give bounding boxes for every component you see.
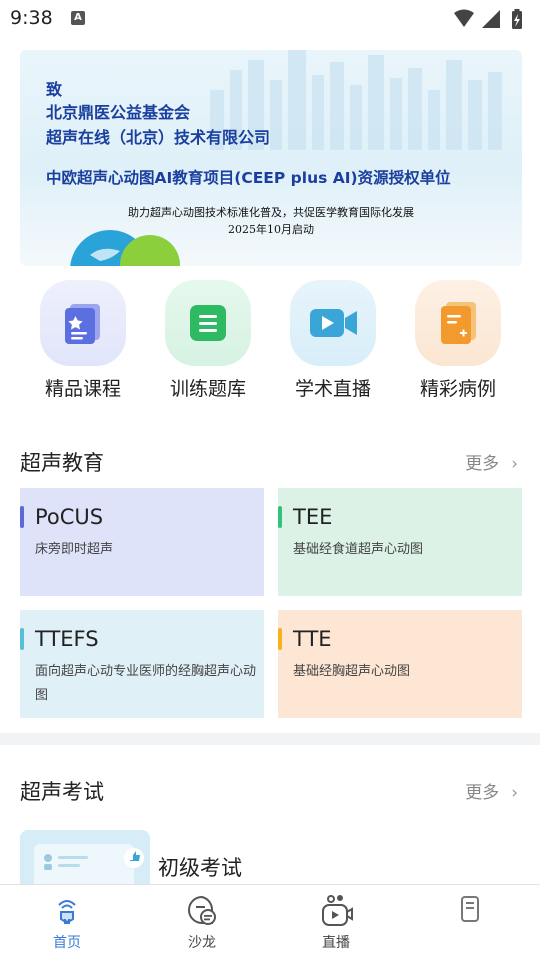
exam-section-title: 超声考试 (20, 780, 104, 804)
card-accent-bar (20, 628, 24, 650)
profile-icon (461, 896, 479, 922)
quick-entry-live-bg (290, 280, 376, 366)
quick-entry-cases[interactable]: 精彩病例 (413, 280, 503, 400)
card-title: TTE (293, 627, 332, 651)
card-accent-bar (20, 506, 24, 528)
banner-line-1: 致 (46, 80, 63, 99)
salon-chat-icon (188, 895, 216, 925)
banner-line-2: 北京鼎医公益基金会 (46, 103, 191, 122)
live-video-icon (310, 309, 357, 337)
tab-live[interactable]: 直播 (286, 885, 386, 961)
status-time: 9:38 (10, 7, 53, 29)
question-bank-icon (190, 305, 226, 341)
quick-entry-courses-bg (40, 280, 126, 366)
card-subtitle: 床旁即时超声 (35, 542, 114, 557)
banner-line-6: 2025年10月启动 (228, 223, 314, 236)
course-card-tee[interactable]: TEE 基础经食道超声心动图 (278, 488, 522, 596)
quick-entry-live[interactable]: 学术直播 (288, 280, 378, 400)
card-title: TTEFS (35, 627, 99, 651)
card-title: TEE (293, 505, 333, 529)
quick-entry-courses[interactable]: 精品课程 (38, 280, 128, 400)
exam-thumbnail-graphic (34, 844, 144, 890)
live-icon (322, 895, 353, 926)
quick-entry-question-bank[interactable]: 训练题库 (163, 280, 253, 400)
course-card-icon (65, 304, 100, 344)
card-subtitle: 面向超声心动专业医师的经胸超声心动图 (35, 664, 257, 703)
banner-line-5: 助力超声心动图技术标准化普及，共促医学教育国际化发展 (128, 206, 414, 219)
chevron-right-icon: › (511, 454, 518, 474)
signal-icon (482, 10, 500, 28)
tab-label: 直播 (322, 935, 350, 951)
course-card-tte[interactable]: TTE 基础经胸超声心动图 (278, 610, 522, 718)
chevron-right-icon: › (511, 783, 518, 803)
exam-thumbnail[interactable] (20, 830, 150, 890)
quick-entry-question-bank-bg (165, 280, 251, 366)
quick-entry-label: 精品课程 (44, 378, 121, 400)
more-label: 更多 (465, 454, 500, 474)
exam-item-title: 初级考试 (158, 856, 242, 880)
education-more-link[interactable]: 更多 › (465, 449, 518, 474)
quick-entry-label: 训练题库 (169, 378, 246, 400)
tab-home[interactable]: 首页 (17, 885, 117, 961)
case-file-icon (441, 302, 476, 344)
exam-more-link[interactable]: 更多 › (465, 778, 518, 803)
card-subtitle: 基础经胸超声心动图 (293, 664, 411, 679)
section-divider (0, 733, 540, 745)
tab-label: 首页 (53, 935, 81, 951)
banner-line-4: 中欧超声心动图AI教育项目(CEEP plus AI)资源授权单位 (46, 169, 451, 187)
tab-label: 沙龙 (188, 935, 216, 951)
quick-entry-label: 学术直播 (294, 378, 371, 400)
course-card-ttefs[interactable]: TTEFS 面向超声心动专业医师的经胸超声心动图 (20, 610, 264, 718)
bottom-tab-bar: 首页 沙龙 直播 (0, 884, 540, 960)
banner-line-3: 超声在线（北京）技术有限公司 (46, 128, 271, 147)
tab-profile[interactable] (422, 885, 522, 961)
tab-salon[interactable]: 沙龙 (152, 885, 252, 961)
education-section-title: 超声教育 (20, 451, 104, 475)
wifi-icon (454, 9, 474, 27)
course-card-pocus[interactable]: PoCUS 床旁即时超声 (20, 488, 264, 596)
quick-entry-label: 精彩病例 (419, 378, 496, 400)
more-label: 更多 (465, 783, 500, 803)
card-subtitle: 基础经食道超声心动图 (293, 542, 424, 557)
status-icons (454, 9, 522, 29)
accessibility-notification-icon: A (71, 11, 85, 25)
card-accent-bar (278, 628, 282, 650)
card-accent-bar (278, 506, 282, 528)
quick-entry-cases-bg (415, 280, 501, 366)
card-title: PoCUS (35, 505, 104, 529)
status-bar: 9:38 A (0, 0, 540, 38)
promo-banner[interactable]: 致 北京鼎医公益基金会 超声在线（北京）技术有限公司 中欧超声心动图AI教育项目… (20, 50, 522, 266)
home-icon (58, 900, 76, 924)
